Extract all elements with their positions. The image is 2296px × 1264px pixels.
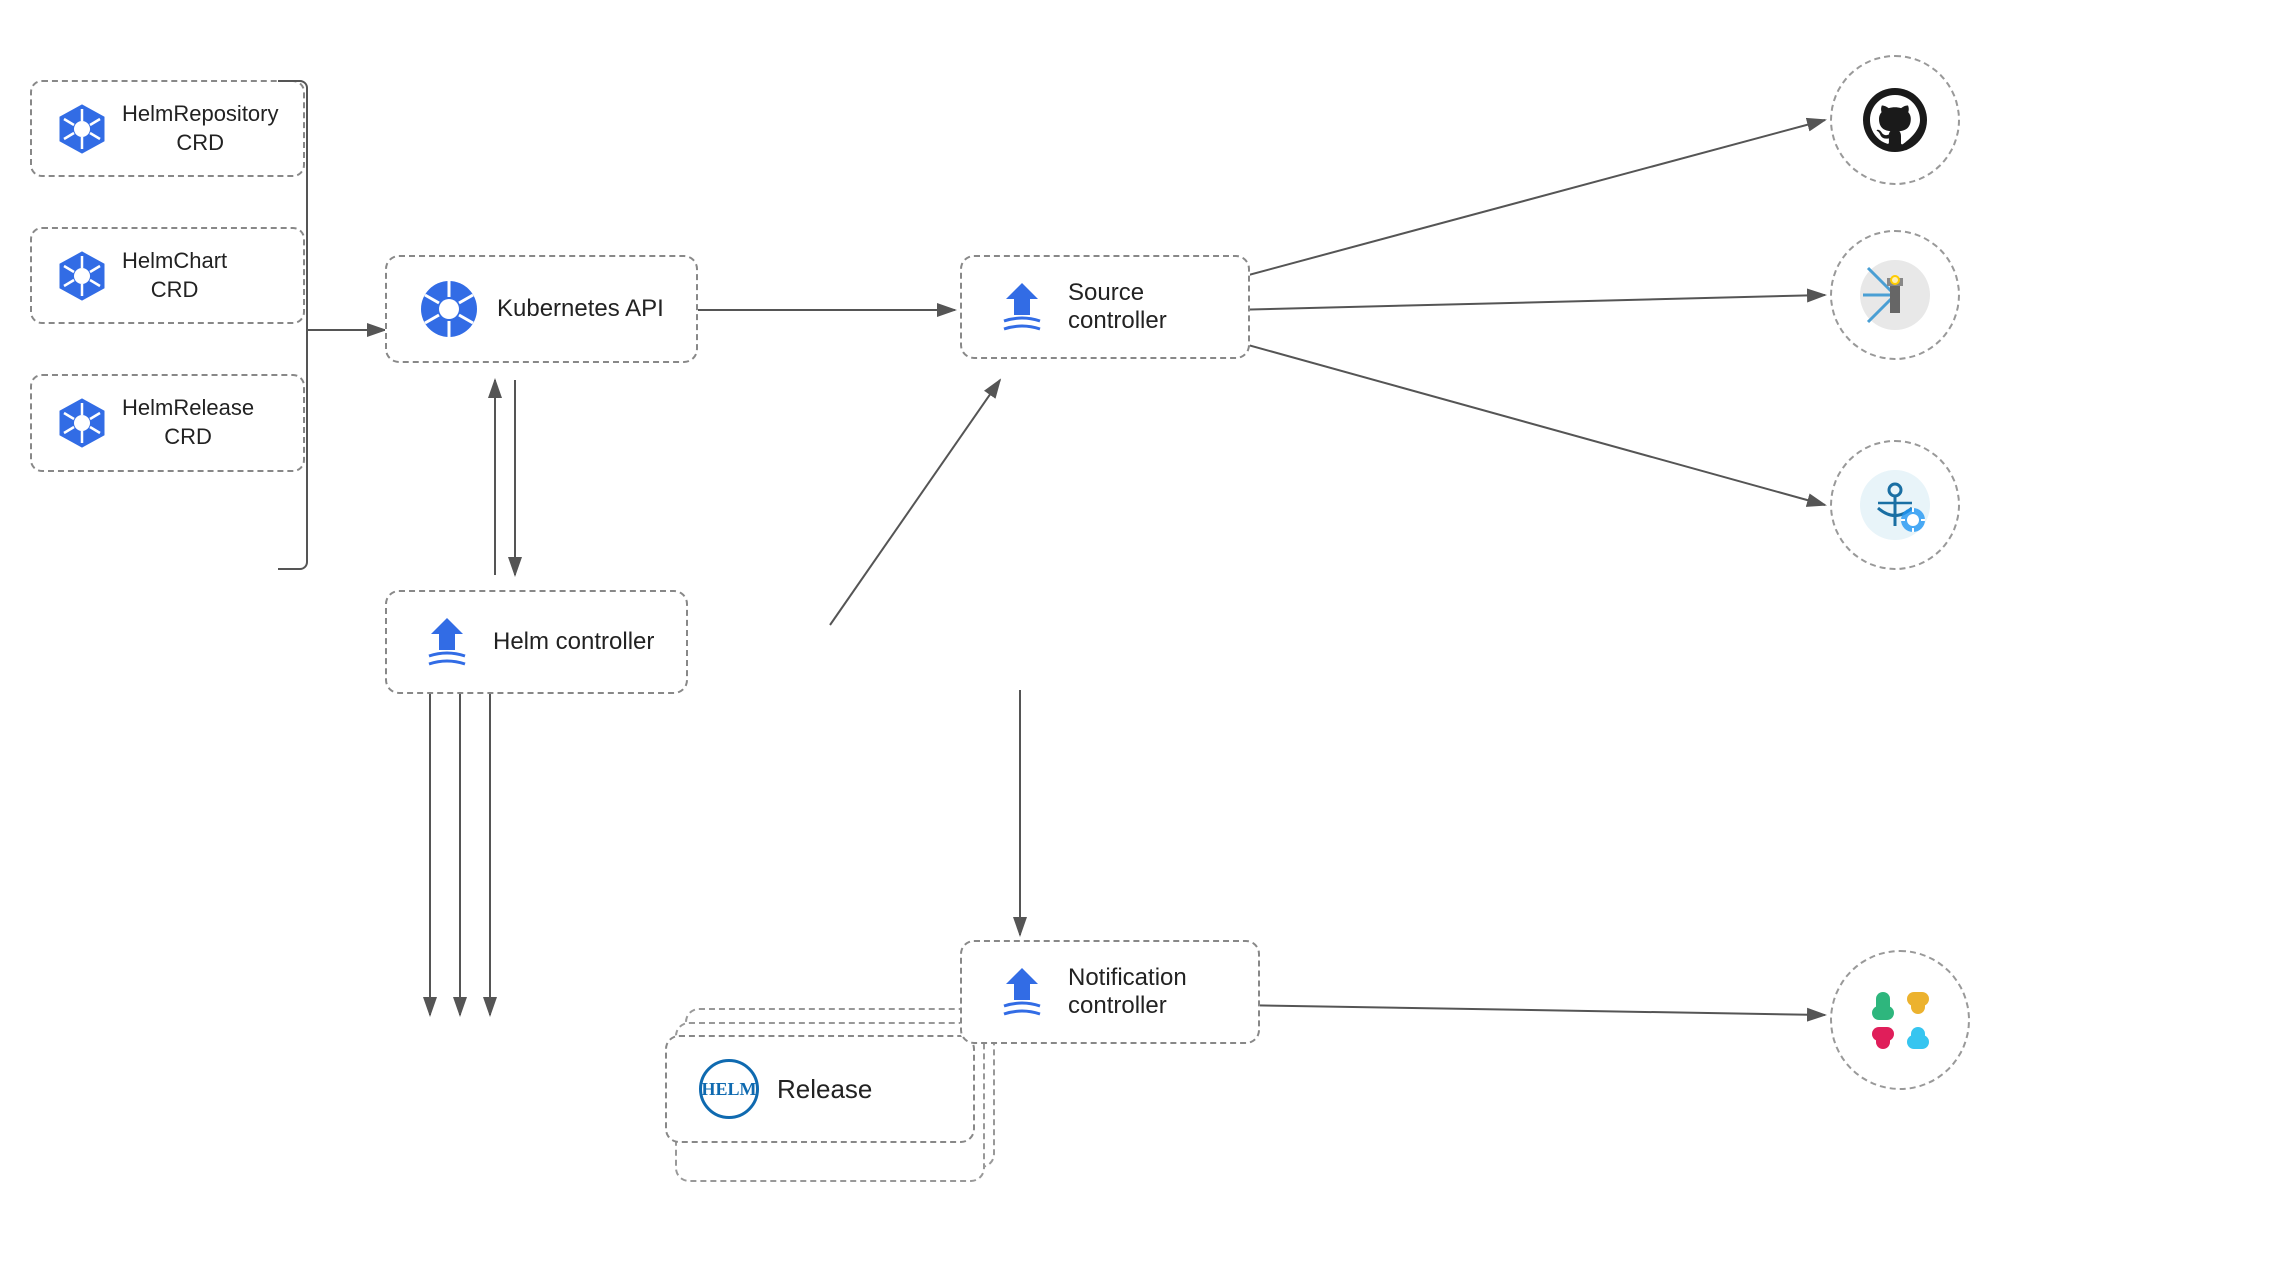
crd-group: HelmRepository CRD HelmChartCRD: [30, 80, 305, 472]
github-logo: [1860, 85, 1930, 155]
diagram-container: HelmRepository CRD HelmChartCRD: [0, 0, 2296, 1264]
notification-controller-box: Notificationcontroller: [960, 940, 1260, 1044]
github-icon-circle: [1830, 55, 1960, 185]
slack-logo: [1858, 978, 1943, 1063]
flux-notification-icon: [994, 964, 1050, 1020]
helm-release-crd-label: HelmReleaseCRD: [122, 394, 254, 451]
notification-controller-label: Notificationcontroller: [1068, 964, 1187, 1020]
helm-chart-crd-label: HelmChartCRD: [122, 247, 227, 304]
harbor-icon-circle: [1830, 440, 1960, 570]
release-box: HELM Release: [665, 1035, 975, 1143]
kubernetes-api-label: Kubernetes API: [497, 295, 664, 323]
lighthouse-icon-circle: [1830, 230, 1960, 360]
source-controller-box: Sourcecontroller: [960, 255, 1250, 359]
helm-logo-icon: HELM: [699, 1059, 759, 1119]
k8s-icon-2: [56, 250, 108, 302]
helm-release-crd: HelmReleaseCRD: [30, 374, 305, 471]
crd-bracket: [278, 80, 308, 570]
helm-repository-crd-label: HelmRepository CRD: [122, 100, 279, 157]
harbor-logo: [1858, 468, 1933, 543]
k8s-wheel-icon: [419, 279, 479, 339]
flux-source-icon: [994, 279, 1050, 335]
flux-helm-icon: [419, 614, 475, 670]
helm-repository-crd: HelmRepository CRD: [30, 80, 305, 177]
helm-controller-box: Helm controller: [385, 590, 688, 694]
release-label: Release: [777, 1074, 872, 1105]
slack-icon-circle: [1830, 950, 1970, 1090]
helm-chart-crd: HelmChartCRD: [30, 227, 305, 324]
k8s-icon-3: [56, 397, 108, 449]
source-controller-label: Sourcecontroller: [1068, 279, 1167, 335]
lighthouse-logo: [1858, 258, 1933, 333]
arrows-svg: [0, 0, 2296, 1264]
kubernetes-api-box: Kubernetes API: [385, 255, 698, 363]
helm-controller-label: Helm controller: [493, 628, 654, 656]
k8s-icon: [56, 103, 108, 155]
